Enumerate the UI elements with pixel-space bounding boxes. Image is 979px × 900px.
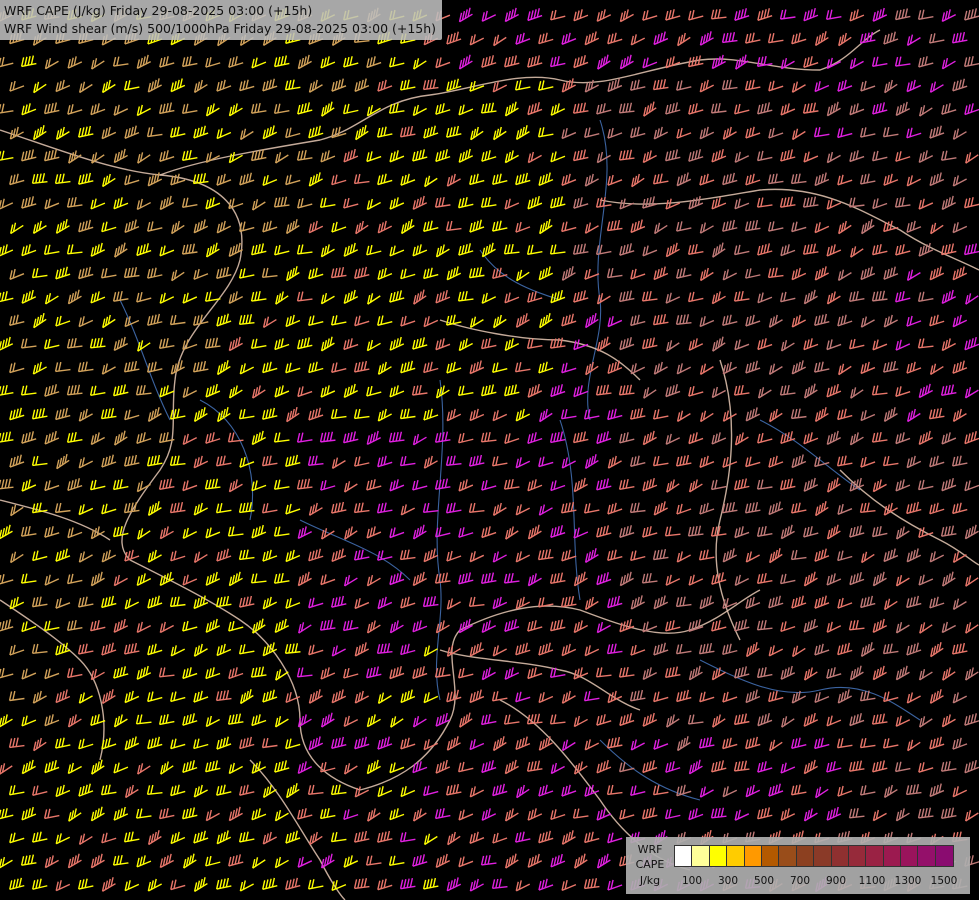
legend-swatch: [831, 846, 849, 866]
legend-swatch: [779, 846, 797, 866]
legend-tick-label: 700: [789, 875, 811, 887]
cape-legend: WRF CAPE J/kg 100 300 500 700 900 1100 1300 150…: [626, 837, 970, 894]
legend-swatch: [761, 846, 780, 866]
legend-tick-label: 900: [825, 875, 847, 887]
legend-swatch: [796, 846, 815, 866]
legend-swatch: [692, 846, 710, 866]
legend-tick-label: 1100: [858, 875, 886, 887]
wind-barb-map: [0, 0, 979, 900]
legend-label-model: WRF: [637, 843, 663, 856]
legend-tick-label: 1300: [894, 875, 922, 887]
legend-swatch: [744, 846, 762, 866]
legend-swatch: [883, 846, 902, 866]
legend-swatch: [814, 846, 832, 866]
wind-shear-title: WRF Wind shear (m/s) 500/1000hPa Friday …: [4, 21, 437, 36]
legend-swatch: [709, 846, 728, 866]
legend-swatch: [918, 846, 936, 866]
legend-swatch: [675, 846, 693, 866]
legend-tick-label: 1500: [930, 875, 958, 887]
legend-swatch: [935, 846, 954, 866]
legend-swatch: [866, 846, 884, 866]
map-title-box: WRF CAPE (J/kg) Friday 29-08-2025 03:00 …: [0, 0, 443, 40]
legend-label-variable: CAPE: [635, 858, 665, 871]
legend-tick-label: 500: [753, 875, 775, 887]
legend-tick-label: 100: [681, 875, 703, 887]
legend-swatch: [727, 846, 745, 866]
legend-swatch: [848, 846, 867, 866]
legend-color-scale: [674, 845, 955, 867]
cape-title: WRF CAPE (J/kg) Friday 29-08-2025 03:00 …: [4, 3, 313, 18]
legend-swatch: [901, 846, 919, 866]
legend-label-unit: J/kg: [639, 874, 661, 887]
legend-tick-label: 300: [717, 875, 739, 887]
